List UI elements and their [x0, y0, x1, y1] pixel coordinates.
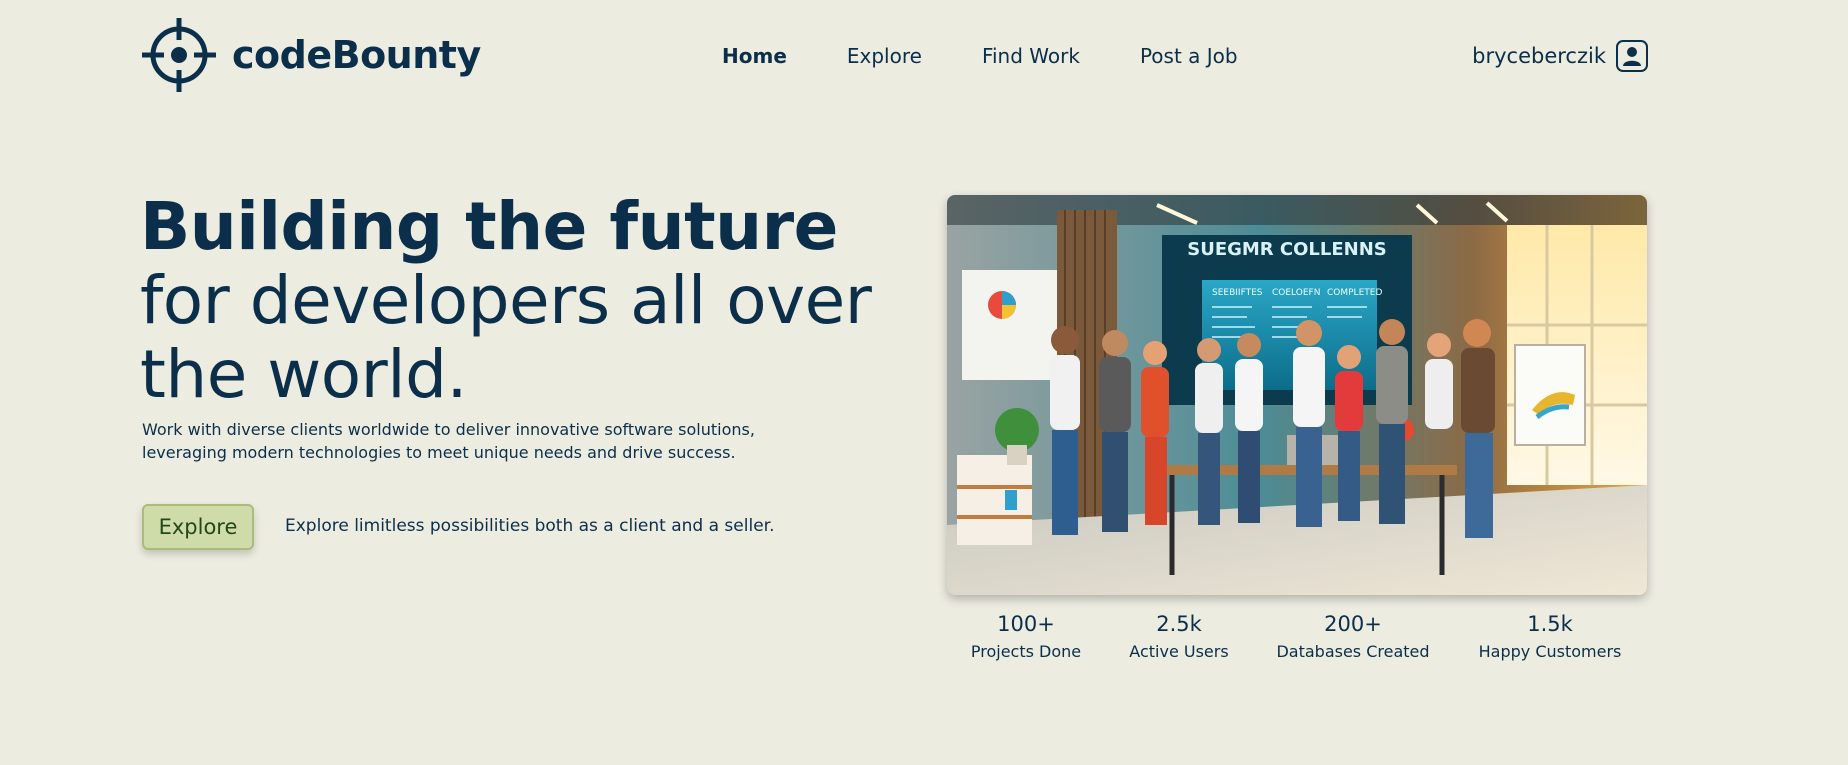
- brand-name: codeBounty: [232, 33, 481, 77]
- crosshair-icon: [142, 18, 216, 92]
- stat-label: Active Users: [1129, 642, 1229, 661]
- stat-databases: 200+ Databases Created: [1276, 612, 1429, 661]
- username[interactable]: bryceberczik: [1472, 44, 1606, 68]
- board-col3: COMPLETED: [1327, 288, 1382, 298]
- stat-value: 1.5k: [1527, 612, 1573, 636]
- stat-users: 2.5k Active Users: [1129, 612, 1228, 661]
- stat-value: 2.5k: [1156, 612, 1202, 636]
- board-col2: COELOEFN: [1272, 288, 1320, 298]
- stat-value: 100+: [997, 612, 1055, 636]
- nav-post-job[interactable]: Post a Job: [1140, 44, 1238, 68]
- hero-description: Work with diverse clients worldwide to d…: [142, 420, 755, 462]
- stat-label: Projects Done: [970, 642, 1082, 661]
- stat-projects: 100+ Projects Done: [971, 612, 1081, 661]
- nav-home[interactable]: Home: [722, 44, 787, 68]
- nav-explore[interactable]: Explore: [847, 44, 922, 68]
- team-meeting-illustration: SUEGMR COLLENNS SEEBIIFTES COELOEFN COMP…: [947, 195, 1647, 595]
- site-header: codeBounty Home Explore Find Work Post a…: [0, 0, 1848, 115]
- nav-find-work[interactable]: Find Work: [982, 44, 1080, 68]
- board-title: SUEGMR COLLENNS: [1187, 239, 1387, 260]
- user-avatar-icon[interactable]: [1616, 40, 1648, 72]
- stat-customers: 1.5k Happy Customers: [1479, 612, 1622, 661]
- user-menu[interactable]: bryceberczik: [1472, 40, 1648, 72]
- hero-title-bold: Building the future: [140, 188, 838, 265]
- explore-button[interactable]: Explore: [142, 504, 254, 550]
- main-nav: Home Explore Find Work Post a Job: [722, 44, 1238, 68]
- stats-row: 100+ Projects Done 2.5k Active Users 200…: [947, 612, 1647, 672]
- board-col1: SEEBIIFTES: [1212, 288, 1263, 298]
- stat-value: 200+: [1324, 612, 1382, 636]
- brand-logo[interactable]: codeBounty: [140, 16, 481, 94]
- hero-title: Building the future for developers all o…: [140, 190, 880, 412]
- hero-title-rest: for developers all over the world.: [140, 262, 872, 413]
- cta-text: Explore limitless possibilities both as …: [285, 516, 775, 536]
- hero-image: SUEGMR COLLENNS SEEBIIFTES COELOEFN COMP…: [947, 195, 1647, 595]
- stat-label: Happy Customers: [1478, 642, 1622, 661]
- stat-label: Databases Created: [1276, 642, 1430, 661]
